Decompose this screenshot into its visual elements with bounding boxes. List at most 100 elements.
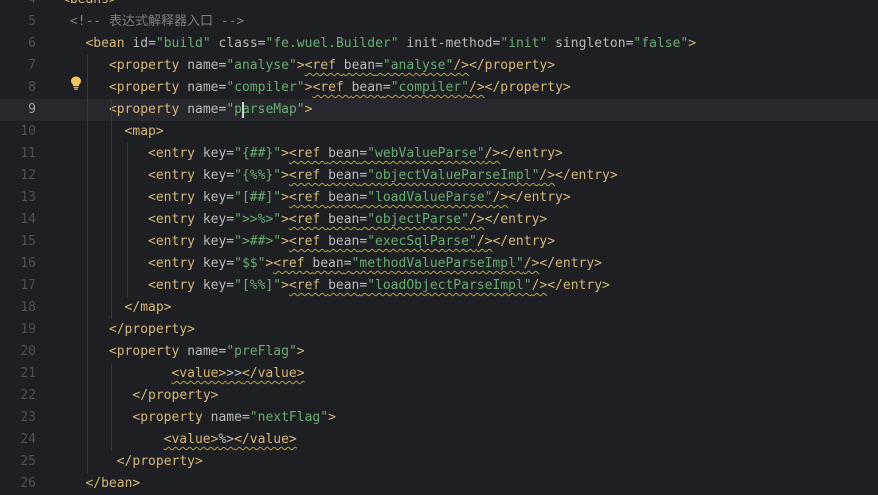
code-token: > [281,190,289,205]
code-text: <entry key="[##]"><ref bean="loadValuePa… [148,187,571,209]
code-token: > [281,234,289,249]
line-number: 19 [20,322,36,337]
lightbulb-icon[interactable] [70,76,82,90]
code-token: bean [328,146,360,161]
code-token: "loadObjectParseImpl" [367,278,532,293]
indent-guide [87,55,89,473]
code-token: id [132,36,149,51]
code-token: ">##>" [234,234,282,249]
code-line[interactable]: 19 </property> [0,319,878,341]
code-token: /> [492,190,509,205]
code-line[interactable]: 9 <property name="parseMap"> [0,99,878,121]
code-token: <entry [148,256,203,271]
code-token: <entry [148,212,203,227]
code-token: "preFlag" [226,344,297,359]
code-token: </property> [132,388,219,403]
code-line[interactable]: 10 <map> [0,121,878,143]
code-text: <property name="nextFlag"> [132,407,336,429]
code-token: </entry> [555,168,618,183]
code-token: > [281,212,289,227]
code-line[interactable]: 16 <entry key="$$"><ref bean="methodValue… [0,253,878,275]
code-token: ">>%>" [234,212,282,227]
code-line[interactable]: 12 <entry key="{%%}"><ref bean="objectVal… [0,165,878,187]
code-token: <entry [148,168,203,183]
code-line[interactable]: 6 <bean id="build" class="fe.wuel.Builder… [0,33,878,55]
code-line[interactable]: 14 <entry key=">>%>"><ref bean="objectPar… [0,209,878,231]
code-line[interactable]: 24 <value>%></value> [0,429,878,451]
line-number: 25 [20,454,36,469]
code-text: <entry key="{%%}"><ref bean="objectValue… [148,165,618,187]
code-line[interactable]: 22 </property> [0,385,878,407]
code-token: <entry [148,146,203,161]
line-number: 22 [20,388,36,403]
line-number: 17 [20,278,36,293]
code-text: <property name="parseMap"> [109,99,313,121]
code-line[interactable]: 8 <property name="compiler"><ref bean="co… [0,77,878,99]
code-token: > [688,36,697,51]
code-line[interactable]: 4 <beans> [0,0,878,11]
code-text: <entry key=">##>"><ref bean="execSqlPars… [148,231,555,253]
code-text: </bean> [85,473,140,495]
code-token: >> [226,366,242,381]
code-line[interactable]: 26 </bean> [0,473,878,495]
code-token: <ref [288,190,329,205]
code-token: /> [476,234,493,249]
code-token: bean [312,256,344,271]
code-token: > [296,344,305,359]
code-token: </value> [234,432,297,447]
code-token: <entry [148,190,203,205]
code-line[interactable]: 21 <value>>></value> [0,363,878,385]
line-number: 12 [20,168,36,183]
code-token: key [202,190,227,205]
line-number: 24 [20,432,36,447]
code-token: = [226,190,235,205]
code-token: "[%%]" [234,278,282,293]
code-token: </property> [469,58,556,73]
code-line[interactable]: 7 <property name="analyse"><ref bean="ana… [0,55,878,77]
code-token: = [226,146,235,161]
code-line[interactable]: 25 </property> [0,451,878,473]
code-text: <property name="analyse"><ref bean="anal… [109,55,555,77]
code-text: <property name="preFlag"> [109,341,305,363]
code-token: <bean [85,36,133,51]
code-editor[interactable]: 4 <beans> 5<!-- 表达式解释器入口 -->6<bean id="bui… [0,0,878,495]
code-token: = [241,410,250,425]
indent-guide [110,363,112,451]
code-line[interactable]: 5 <!-- 表达式解释器入口 --> [0,11,878,33]
code-token: </entry> [492,234,556,249]
code-line[interactable]: 23 <property name="nextFlag"> [0,407,878,429]
code-token: <ref [288,234,329,249]
code-token: "loadValueParse" [367,190,493,205]
code-token: > [281,146,289,161]
code-token: key [202,212,227,227]
code-token: <ref [304,58,344,73]
line-number: 4 [0,0,36,11]
code-token: "build" [155,36,211,51]
code-token: </entry> [547,278,610,293]
code-token: <property [108,80,188,95]
code-token: <ref [273,256,313,271]
code-text: <value>>></value> [171,363,304,385]
code-token: </value> [241,366,305,381]
code-token: singleton [555,36,626,51]
code-token: </bean> [85,476,141,491]
code-line[interactable]: 20 <property name="preFlag"> [0,341,878,363]
code-token: > [296,58,305,73]
code-line[interactable]: 15 <entry key=">##>"><ref bean="execSqlPa… [0,231,878,253]
code-line[interactable]: 17 <entry key="[%%]"><ref bean="loadObjec… [0,275,878,297]
code-text: <entry key="{##}"><ref bean="webValuePar… [148,143,563,165]
code-token: <map> [124,124,164,139]
code-line[interactable]: 11 <entry key="{##}"><ref bean="webValueP… [0,143,878,165]
code-token: > [328,410,336,425]
code-token: <ref [288,168,329,183]
code-token: = [226,234,235,249]
code-token: <beans> [62,0,117,7]
code-token: = [382,80,391,95]
code-line[interactable]: 13 <entry key="[##]"><ref bean="loadValue… [0,187,878,209]
code-token: > [281,168,289,183]
code-line[interactable]: 18 </map> [0,297,878,319]
code-token: bean [328,278,360,293]
code-text: <entry key=">>%>"><ref bean="objectParse… [148,209,547,231]
code-token: = [226,278,235,293]
line-number: 5 [28,14,36,29]
